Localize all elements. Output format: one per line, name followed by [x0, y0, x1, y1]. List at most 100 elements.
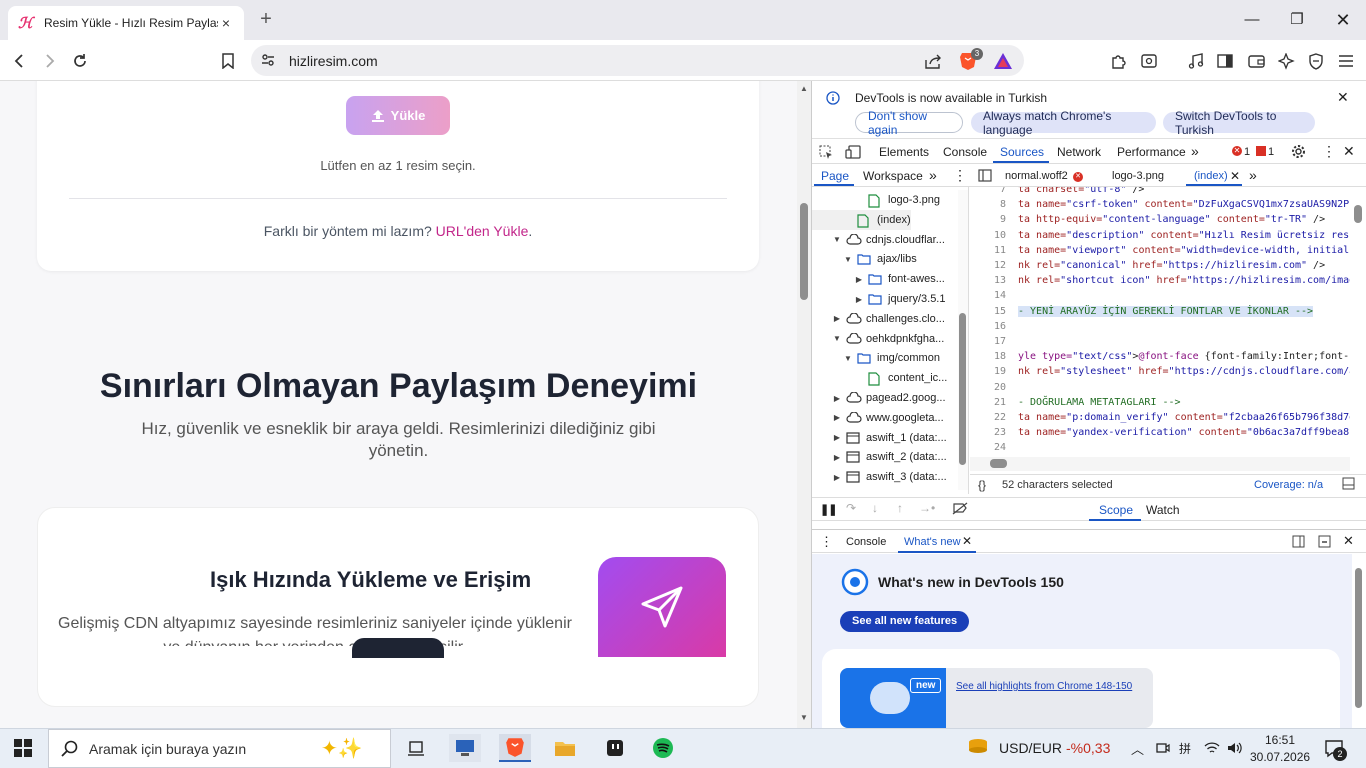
- minimize-button[interactable]: —: [1240, 8, 1264, 32]
- code-line[interactable]: yle type="text/css">@font-face {font-fam…: [1018, 351, 1350, 362]
- file-tab-logo[interactable]: logo-3.png: [1112, 170, 1164, 182]
- code-line[interactable]: ta charset="utf-8" />: [1018, 187, 1144, 195]
- page-scroll-thumb[interactable]: [800, 203, 808, 300]
- volume-icon[interactable]: [1227, 741, 1243, 755]
- tree-item[interactable]: ▼ img/common: [812, 348, 940, 368]
- tree-item[interactable]: ▶ aswift_2 (data:...: [812, 447, 947, 467]
- nav-menu-icon[interactable]: ⋮: [953, 167, 967, 184]
- page-scrollbar[interactable]: [797, 81, 811, 728]
- editor-scroll-thumb[interactable]: [1354, 205, 1362, 223]
- tree-item[interactable]: ▶ font-awes...: [812, 269, 945, 289]
- code-line[interactable]: nk rel="stylesheet" href="https://cdnjs.…: [1018, 366, 1350, 377]
- close-whats-new-icon[interactable]: ✕: [962, 534, 972, 548]
- tree-item[interactable]: ▶ aswift_3 (data:...: [812, 467, 947, 487]
- nav-tab-workspace[interactable]: Workspace: [863, 169, 923, 183]
- ticker-value[interactable]: -%0,33: [1066, 740, 1110, 756]
- code-line[interactable]: ta name="yandex-verification" content="0…: [1018, 427, 1350, 438]
- issues-icon[interactable]: [1256, 146, 1266, 156]
- tree-expand-arrow-icon[interactable]: ▼: [832, 235, 842, 244]
- editor-hscroll-thumb[interactable]: [990, 459, 1007, 468]
- file-tab-normal-woff2[interactable]: normal.woff2: [1005, 170, 1068, 182]
- drawer-tab-console[interactable]: Console: [846, 536, 886, 548]
- tree-expand-arrow-icon[interactable]: ▶: [854, 275, 864, 284]
- share-icon[interactable]: [922, 50, 944, 72]
- tab-scope[interactable]: Scope: [1099, 503, 1133, 517]
- code-line[interactable]: - YENİ ARAYÜZ İÇİN GEREKLİ FONTLAR VE İK…: [1018, 305, 1314, 317]
- tree-item[interactable]: ▶ jquery/3.5.1: [812, 289, 946, 309]
- file-tab-index[interactable]: (index): [1194, 170, 1228, 182]
- close-file-tab-icon[interactable]: ✕: [1230, 169, 1240, 183]
- tree-item[interactable]: ▶ pagead2.goog...: [812, 388, 946, 408]
- brave-rewards-icon[interactable]: [992, 50, 1014, 72]
- scroll-down-arrow-icon[interactable]: ▼: [800, 713, 808, 722]
- drawer-tab-whats-new[interactable]: What's new: [904, 536, 961, 548]
- tree-expand-arrow-icon[interactable]: ▶: [832, 314, 842, 323]
- tab-performance[interactable]: Performance: [1117, 145, 1186, 159]
- step-icon[interactable]: →•: [919, 501, 935, 515]
- nav-scroll-thumb[interactable]: [959, 313, 966, 465]
- tray-chevron-icon[interactable]: ︿: [1131, 739, 1144, 758]
- code-line[interactable]: ta name="viewport" content="width=device…: [1018, 245, 1350, 256]
- browser-tab[interactable]: ℋ Resim Yükle - Hızlı Resim Paylaş ×: [8, 6, 244, 40]
- tree-item[interactable]: (index): [812, 209, 911, 230]
- play-video-icon[interactable]: [870, 682, 910, 714]
- toggle-panel-icon[interactable]: [1342, 477, 1355, 490]
- step-over-icon[interactable]: ↷: [846, 501, 856, 515]
- reload-button[interactable]: [69, 50, 91, 72]
- tree-expand-arrow-icon[interactable]: ▶: [832, 413, 842, 422]
- tree-expand-arrow-icon[interactable]: ▶: [832, 453, 842, 462]
- error-icon[interactable]: ✕: [1232, 146, 1242, 156]
- step-out-icon[interactable]: ↑: [897, 501, 903, 515]
- tree-item[interactable]: content_ic...: [812, 368, 947, 388]
- inspect-element-icon[interactable]: [819, 145, 833, 159]
- new-tab-button[interactable]: +: [257, 9, 275, 29]
- pause-icon[interactable]: ❚❚: [820, 503, 837, 516]
- media-icon[interactable]: [1185, 50, 1207, 72]
- taskbar-app-twitch[interactable]: [599, 734, 631, 762]
- tab-watch[interactable]: Watch: [1146, 503, 1180, 517]
- tree-expand-arrow-icon[interactable]: ▶: [854, 295, 864, 304]
- floating-widget[interactable]: [352, 638, 444, 658]
- tree-expand-arrow-icon[interactable]: ▼: [843, 354, 853, 363]
- taskbar-app-explorer[interactable]: [549, 734, 581, 762]
- scroll-up-arrow-icon[interactable]: ▲: [800, 84, 808, 93]
- upload-button[interactable]: Yükle: [346, 96, 450, 135]
- more-tabs-chevron-icon[interactable]: »: [1191, 143, 1199, 159]
- tree-item[interactable]: ▼ cdnjs.cloudflar...: [812, 230, 945, 250]
- address-bar[interactable]: hizliresim.com: [251, 45, 1024, 76]
- kebab-menu-icon[interactable]: ⋮: [1322, 143, 1336, 160]
- tab-sources[interactable]: Sources: [1000, 145, 1044, 159]
- screenshot-icon[interactable]: [1138, 50, 1160, 72]
- taskbar-app-network[interactable]: [449, 734, 481, 762]
- switch-turkish-button[interactable]: Switch DevTools to Turkish: [1163, 109, 1315, 137]
- bookmark-button[interactable]: [217, 50, 239, 72]
- close-devtools-icon[interactable]: ✕: [1343, 143, 1355, 160]
- url-upload-link[interactable]: URL'den Yükle: [436, 223, 529, 239]
- tree-item[interactable]: ▶ challenges.clo...: [812, 309, 945, 329]
- nav-tab-page[interactable]: Page: [821, 169, 849, 183]
- code-line[interactable]: - DOĞRULAMA METATAGLARI -->: [1018, 397, 1181, 408]
- tree-item[interactable]: ▼ ajax/libs: [812, 249, 917, 269]
- close-window-button[interactable]: ✕: [1331, 8, 1355, 32]
- drawer-menu-icon[interactable]: ⋮: [820, 534, 833, 550]
- settings-gear-icon[interactable]: [1291, 144, 1306, 159]
- wallet-icon[interactable]: [1245, 50, 1267, 72]
- tab-elements[interactable]: Elements: [879, 145, 929, 159]
- toggle-navigator-icon[interactable]: [978, 169, 992, 182]
- code-line[interactable]: ta name="p:domain_verify" content="f2cba…: [1018, 412, 1350, 423]
- tree-expand-arrow-icon[interactable]: ▶: [832, 433, 842, 442]
- code-editor[interactable]: 7 ta charset="utf-8" /> 8 ta name="csrf-tok…: [970, 187, 1350, 457]
- vpn-shield-icon[interactable]: [1305, 50, 1327, 72]
- tree-item[interactable]: ▶ aswift_1 (data:...: [812, 428, 947, 448]
- match-language-button[interactable]: Always match Chrome's language: [971, 109, 1156, 137]
- tab-network[interactable]: Network: [1057, 145, 1101, 159]
- tray-ime-icon[interactable]: 拼: [1179, 740, 1191, 757]
- tree-item[interactable]: logo-3.png: [812, 190, 940, 210]
- restore-button[interactable]: ❐: [1285, 8, 1309, 32]
- close-drawer-icon[interactable]: ✕: [1343, 533, 1354, 549]
- step-into-icon[interactable]: ↓: [872, 501, 878, 515]
- tab-console[interactable]: Console: [943, 145, 987, 159]
- tree-item[interactable]: ▼ oehkdpnkfgha...: [812, 329, 944, 349]
- highlights-link[interactable]: See all highlights from Chrome 148-150: [956, 681, 1132, 692]
- dont-show-again-button[interactable]: Don't show again: [855, 109, 963, 137]
